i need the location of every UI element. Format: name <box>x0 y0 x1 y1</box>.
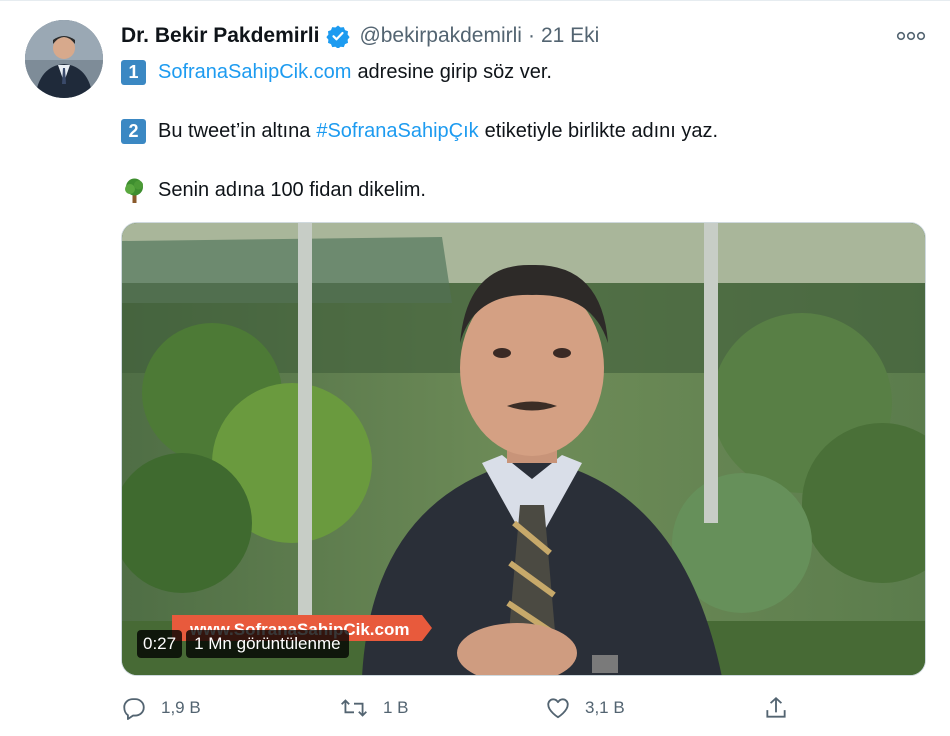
retweet-button[interactable]: 1 B <box>339 692 409 724</box>
like-count: 3,1 B <box>585 698 625 717</box>
tweet-line-2-text-after: etiketiyle birlikte adını yaz. <box>484 119 719 142</box>
author-handle[interactable]: @bekirpakdemirli <box>359 24 522 48</box>
reply-button[interactable]: 1,9 B <box>121 692 201 724</box>
tweet-line-2-text-before: Bu tweet’in altına <box>158 119 311 142</box>
tweet-line-3: Senin adına 100 fidan dikelim. <box>121 176 426 204</box>
share-icon <box>766 697 786 718</box>
author-name[interactable]: Dr. Bekir Pakdemirli <box>121 24 319 48</box>
keycap-1-icon: 1 <box>121 59 146 85</box>
video-badges: 0:27 1 Mn görüntülenme <box>137 630 349 658</box>
header-separator: · <box>527 24 535 47</box>
tree-emoji-icon <box>125 178 143 203</box>
more-options-button[interactable] <box>894 24 928 48</box>
share-button[interactable] <box>763 692 803 724</box>
video-views: 1 Mn görüntülenme <box>186 630 349 658</box>
tweet-line-3-text: Senin adına 100 fidan dikelim. <box>158 178 426 201</box>
reply-icon <box>123 698 145 720</box>
tweet-header: Dr. Bekir Pakdemirli @bekirpakdemirli · … <box>121 22 599 50</box>
video-player[interactable]: www.SofranaSahipCik.com <box>121 222 926 676</box>
tweet-line-1: 1 SofranaSahipCik.com adresine girip söz… <box>121 58 552 86</box>
tweet-actions: 1,9 B 1 B 3,1 B <box>121 692 801 724</box>
retweet-icon <box>341 699 367 717</box>
verified-badge-icon <box>326 25 351 48</box>
video-frame: www.SofranaSahipCik.com <box>122 223 925 675</box>
tweet-line-1-text: adresine girip söz ver. <box>357 60 552 83</box>
heart-icon <box>547 698 569 719</box>
more-dots-icon <box>896 31 926 41</box>
keycap-2-icon: 2 <box>121 118 146 144</box>
video-duration: 0:27 <box>137 630 183 658</box>
avatar-image <box>25 20 103 98</box>
tweet[interactable]: Dr. Bekir Pakdemirli @bekirpakdemirli · … <box>0 0 950 736</box>
avatar[interactable] <box>25 20 103 98</box>
hashtag-link[interactable]: #SofranaSahipÇık <box>316 120 478 143</box>
like-button[interactable]: 3,1 B <box>545 692 625 724</box>
reply-count: 1,9 B <box>161 698 201 717</box>
tweet-link[interactable]: SofranaSahipCik.com <box>158 61 351 84</box>
retweet-count: 1 B <box>383 698 409 717</box>
tweet-line-2: 2 Bu tweet’in altına #SofranaSahipÇık et… <box>121 117 718 145</box>
tweet-timestamp[interactable]: 21 Eki <box>541 24 599 48</box>
